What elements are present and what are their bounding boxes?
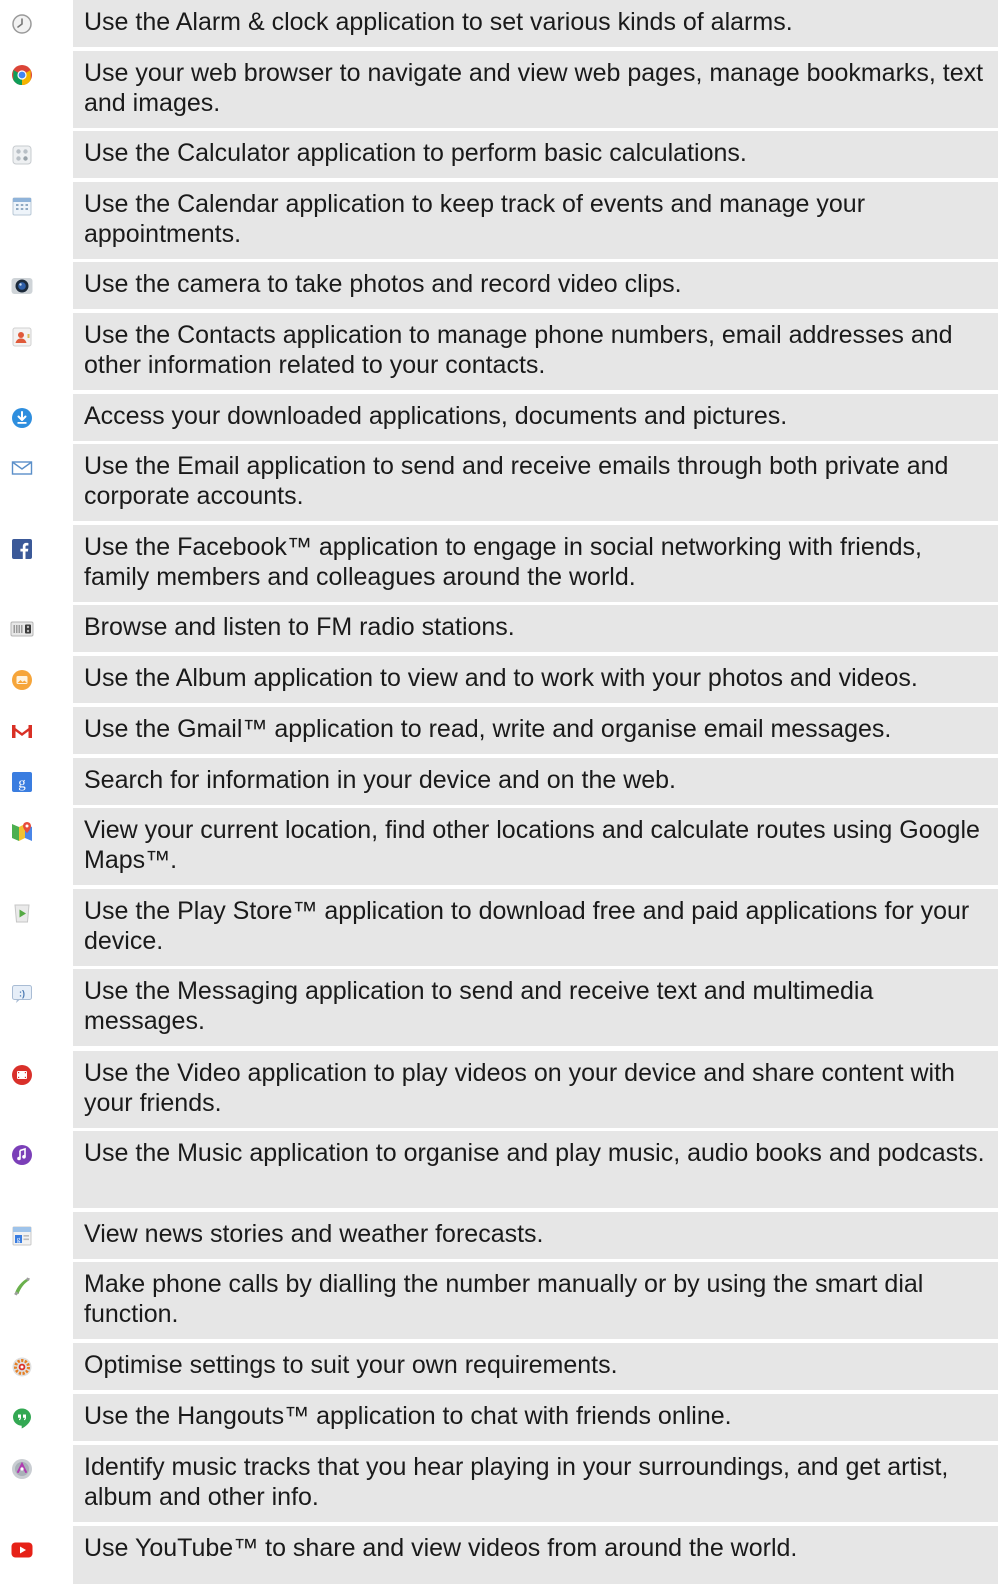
list-item: Use the Music application to organise an…	[0, 1131, 1008, 1208]
google-maps-icon	[9, 819, 35, 845]
list-item: Use the Calendar application to keep tra…	[0, 182, 1008, 259]
camera-icon	[9, 273, 35, 299]
play-store-icon	[9, 900, 35, 926]
fm-radio-icon	[9, 616, 35, 642]
app-description: Use the Music application to organise an…	[84, 1139, 985, 1167]
svg-text:g: g	[17, 1236, 21, 1244]
svg-text:g: g	[18, 776, 26, 792]
app-description: View your current location, find other l…	[84, 816, 980, 874]
list-item: Use the Play Store™ application to downl…	[0, 889, 1008, 966]
app-description: Use the Video application to play videos…	[84, 1059, 955, 1117]
app-description: Use the Album application to view and to…	[84, 664, 918, 692]
chrome-browser-icon	[9, 62, 35, 88]
app-description: Use the Contacts application to manage p…	[84, 321, 953, 379]
youtube-icon	[9, 1537, 35, 1563]
list-item: Use the Facebook™ application to engage …	[0, 525, 1008, 602]
list-item: Make phone calls by dialling the number …	[0, 1262, 1008, 1339]
app-description: Use the Email application to send and re…	[84, 452, 949, 510]
list-item: Use the Hangouts™ application to chat wi…	[0, 1394, 1008, 1441]
list-item: Identify music tracks that you hear play…	[0, 1445, 1008, 1522]
list-item: Use your web browser to navigate and vie…	[0, 51, 1008, 128]
list-item: Browse and listen to FM radio stations.	[0, 605, 1008, 652]
list-item: Use the Calculator application to perfor…	[0, 131, 1008, 178]
app-description: Use YouTube™ to share and view videos fr…	[84, 1534, 798, 1562]
list-item: Use the Contacts application to manage p…	[0, 313, 1008, 390]
app-description: Search for information in your device an…	[84, 766, 677, 794]
settings-icon	[9, 1354, 35, 1380]
list-item: Use the camera to take photos and record…	[0, 262, 1008, 309]
list-item: Optimise settings to suit your own requi…	[0, 1343, 1008, 1390]
list-item: Use the Album application to view and to…	[0, 656, 1008, 703]
app-description: Use the Gmail™ application to read, writ…	[84, 715, 892, 743]
list-item: :) Use the Messaging application to send …	[0, 969, 1008, 1046]
phone-icon	[9, 1273, 35, 1299]
contacts-icon	[9, 324, 35, 350]
list-item: Use the Email application to send and re…	[0, 444, 1008, 521]
list-item: Use YouTube™ to share and view videos fr…	[0, 1526, 1008, 1584]
list-item: g View news stories and weather forecasts…	[0, 1212, 1008, 1259]
list-item: g Search for information in your device a…	[0, 758, 1008, 805]
app-description: Access your downloaded applications, doc…	[84, 402, 788, 430]
app-description: Use your web browser to navigate and vie…	[84, 59, 984, 117]
list-item: Use the Video application to play videos…	[0, 1051, 1008, 1128]
video-icon	[9, 1062, 35, 1088]
app-description: Optimise settings to suit your own requi…	[84, 1351, 618, 1379]
list-item: Use the Alarm & clock application to set…	[0, 0, 1008, 47]
email-icon	[9, 455, 35, 481]
calculator-icon	[9, 142, 35, 168]
app-description: Use the Messaging application to send an…	[84, 977, 874, 1035]
calendar-icon	[9, 193, 35, 219]
app-description: Browse and listen to FM radio stations.	[84, 613, 515, 641]
news-weather-icon: g	[9, 1223, 35, 1249]
app-description: Use the Play Store™ application to downl…	[84, 897, 970, 955]
music-icon	[9, 1142, 35, 1168]
app-description: View news stories and weather forecasts.	[84, 1220, 544, 1248]
list-item: Use the Gmail™ application to read, writ…	[0, 707, 1008, 754]
list-item: View your current location, find other l…	[0, 808, 1008, 885]
app-description: Use the Calculator application to perfor…	[84, 139, 747, 167]
app-description: Identify music tracks that you hear play…	[84, 1453, 949, 1511]
hangouts-icon	[9, 1405, 35, 1431]
app-description: Use the Alarm & clock application to set…	[84, 8, 793, 36]
app-description: Use the Facebook™ application to engage …	[84, 533, 922, 591]
gmail-icon	[9, 718, 35, 744]
app-description: Make phone calls by dialling the number …	[84, 1270, 924, 1328]
album-icon	[9, 667, 35, 693]
app-description: Use the Calendar application to keep tra…	[84, 190, 866, 248]
downloads-icon	[9, 405, 35, 431]
alarm-clock-icon	[9, 11, 35, 37]
app-description: Use the camera to take photos and record…	[84, 270, 682, 298]
app-description: Use the Hangouts™ application to chat wi…	[84, 1402, 732, 1430]
svg-text::): :)	[19, 989, 25, 999]
list-item: Access your downloaded applications, doc…	[0, 394, 1008, 441]
facebook-icon	[9, 536, 35, 562]
trackid-icon	[9, 1456, 35, 1482]
google-search-icon: g	[9, 769, 35, 795]
messaging-icon: :)	[9, 980, 35, 1006]
